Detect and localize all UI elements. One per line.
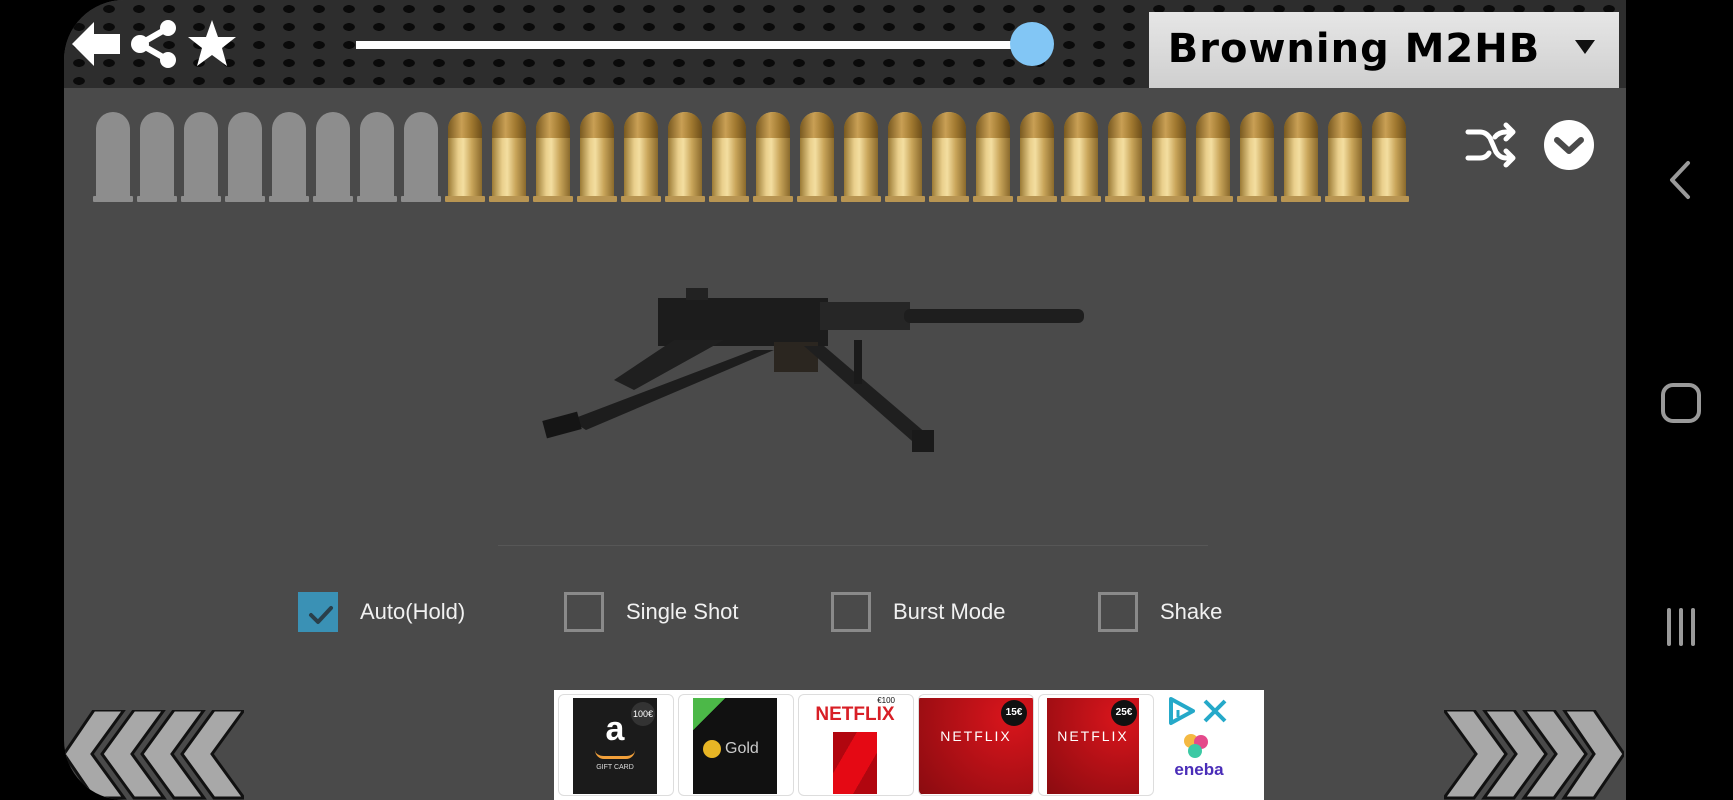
option-label: Auto(Hold) — [360, 599, 466, 624]
star-icon — [188, 20, 236, 66]
back-arrow-icon — [72, 22, 120, 66]
bullet-loaded — [442, 110, 486, 202]
slider-track — [356, 41, 1032, 49]
system-navigation-bar — [1626, 0, 1733, 800]
option-label: Single Shot — [626, 599, 739, 624]
checkbox[interactable] — [298, 592, 338, 632]
shuffle-icon — [1465, 122, 1516, 168]
app-window: Browning M2HB Auto(Hold) Single Shot Bur… — [64, 0, 1626, 800]
eneba-logo-icon — [1180, 732, 1212, 760]
amazon-smile-icon — [595, 750, 635, 759]
option-label: Burst Mode — [893, 599, 1006, 624]
bullet-loaded — [618, 110, 662, 202]
ammo-magazine — [90, 110, 1410, 202]
bullet-loaded — [1322, 110, 1366, 202]
ad-card-amazon[interactable]: 100€ a GIFT CARD — [558, 694, 674, 796]
option-label: Shake — [1160, 599, 1223, 624]
bullet-loaded — [574, 110, 618, 202]
checkbox[interactable] — [564, 592, 604, 632]
bullet-spent — [178, 110, 222, 202]
bullet-loaded — [706, 110, 750, 202]
option-single-shot[interactable]: Single Shot — [564, 590, 739, 634]
bullet-loaded — [882, 110, 926, 202]
option-auto-hold[interactable]: Auto(Hold) — [298, 590, 465, 634]
chevrons-right-icon — [1441, 708, 1626, 800]
favorite-button[interactable] — [184, 16, 240, 72]
next-weapon-button[interactable] — [1441, 708, 1626, 800]
ad-banner[interactable]: 100€ a GIFT CARD Gold €100 NETFLIX 15€ N… — [554, 690, 1264, 800]
previous-weapon-button[interactable] — [64, 708, 247, 800]
system-recents-button[interactable] — [1656, 602, 1706, 652]
bullet-loaded — [1102, 110, 1146, 202]
weapon-name: Browning M2HB — [1167, 26, 1541, 72]
bullet-loaded — [1058, 110, 1102, 202]
ad-close-button[interactable] — [1200, 696, 1230, 726]
ad-card-razer-gold[interactable]: Gold — [678, 694, 794, 796]
bullet-loaded — [530, 110, 574, 202]
bullet-loaded — [926, 110, 970, 202]
bullet-loaded — [794, 110, 838, 202]
bullet-spent — [134, 110, 178, 202]
bullet-loaded — [1014, 110, 1058, 202]
adchoices-button[interactable] — [1166, 696, 1196, 726]
more-options-button[interactable] — [1542, 118, 1596, 172]
share-button[interactable] — [126, 16, 182, 72]
bullet-loaded — [1366, 110, 1410, 202]
back-button[interactable] — [68, 16, 124, 72]
recents-icon — [1667, 608, 1695, 646]
bullet-spent — [354, 110, 398, 202]
option-shake[interactable]: Shake — [1098, 590, 1222, 634]
weapon-image[interactable] — [524, 280, 1204, 480]
ad-card-netflix-15[interactable]: 15€ NETFLIX — [918, 694, 1034, 796]
system-back-button[interactable] — [1656, 155, 1706, 205]
bullet-loaded — [1278, 110, 1322, 202]
ad-brand: eneba — [1174, 760, 1224, 779]
option-burst-mode[interactable]: Burst Mode — [831, 590, 1006, 634]
chevron-down-circle-icon — [1544, 120, 1594, 170]
adchoices-icon — [1169, 697, 1195, 725]
back-icon — [1670, 161, 1690, 199]
divider — [498, 545, 1208, 546]
shuffle-button[interactable] — [1464, 118, 1518, 172]
checkbox[interactable] — [831, 592, 871, 632]
bullet-loaded — [1146, 110, 1190, 202]
checkmark-icon — [309, 606, 333, 624]
bullet-loaded — [486, 110, 530, 202]
razer-coin-icon — [703, 740, 721, 758]
share-icon — [131, 20, 176, 68]
bullet-spent — [266, 110, 310, 202]
bullet-spent — [398, 110, 442, 202]
bullet-loaded — [1234, 110, 1278, 202]
chevrons-left-icon — [64, 708, 247, 800]
bullet-spent — [310, 110, 354, 202]
dropdown-caret-icon — [1575, 40, 1595, 54]
home-icon — [1661, 383, 1701, 423]
fire-mode-options: Auto(Hold) Single Shot Burst Mode Shake — [298, 590, 1222, 634]
ad-card-netflix-100[interactable]: €100 NETFLIX — [798, 694, 914, 796]
weapon-dropdown[interactable]: Browning M2HB — [1149, 12, 1619, 88]
close-icon — [1203, 699, 1227, 723]
system-home-button[interactable] — [1656, 378, 1706, 428]
bullet-loaded — [838, 110, 882, 202]
bullet-spent — [222, 110, 266, 202]
ad-card-netflix-25[interactable]: 25€ NETFLIX — [1038, 694, 1154, 796]
bullet-loaded — [662, 110, 706, 202]
top-bar: Browning M2HB — [64, 0, 1626, 88]
bullet-loaded — [970, 110, 1014, 202]
volume-slider[interactable] — [356, 22, 1076, 66]
slider-thumb[interactable] — [1010, 22, 1054, 66]
bullet-loaded — [750, 110, 794, 202]
netflix-logo-icon — [833, 732, 877, 794]
bullet-loaded — [1190, 110, 1234, 202]
checkbox[interactable] — [1098, 592, 1138, 632]
bullet-spent — [90, 110, 134, 202]
